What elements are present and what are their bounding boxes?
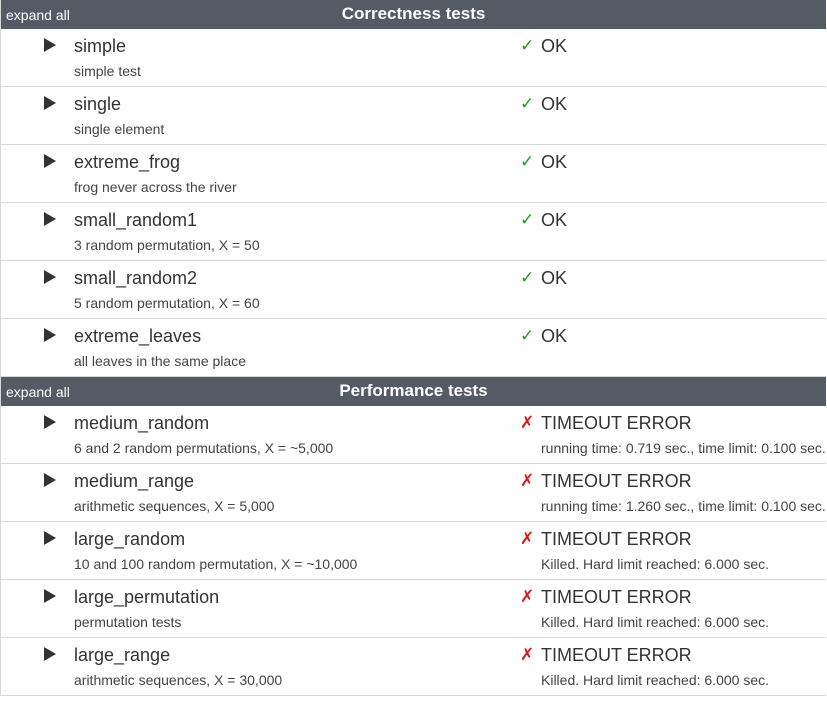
test-status: TIMEOUT ERROR (541, 529, 692, 549)
test-row[interactable]: large_permutation permutation tests ✗ TIMEO… (1, 580, 826, 638)
test-status-detail: running time: 0.719 sec., time limit: 0.… (541, 440, 826, 456)
play-triangle-icon[interactable] (43, 588, 57, 604)
test-row[interactable]: medium_random 6 and 2 random permutations… (1, 406, 826, 464)
test-status: OK (541, 210, 568, 230)
test-name: medium_random (74, 413, 210, 433)
test-name: simple (74, 36, 127, 56)
check-mark-icon: ✓ (520, 268, 535, 287)
test-row[interactable]: extreme_leavesall leaves in the same pla… (1, 319, 826, 377)
test-status: OK (541, 36, 568, 56)
test-status: OK (541, 94, 568, 114)
test-description: all leaves in the same place (74, 353, 246, 369)
play-triangle-icon[interactable] (43, 327, 57, 343)
test-name: extreme_frog (74, 152, 181, 172)
test-name: large_range (74, 645, 171, 665)
test-status: OK (541, 268, 568, 288)
test-description: 5 random permutation, X = 60 (74, 295, 260, 311)
test-row[interactable]: single single element ✓ OK (1, 87, 826, 145)
test-status: TIMEOUT ERROR (541, 471, 692, 491)
play-triangle-icon[interactable] (43, 153, 57, 169)
test-description: 10 and 100 random permutation, X = ~10,0… (74, 556, 358, 572)
section-title: Correctness tests (1, 4, 826, 24)
test-row[interactable]: small_random1 3 random permutation, X = 5… (1, 203, 826, 261)
test-row[interactable]: large_range arithmetic sequences, X = 30,… (1, 638, 826, 696)
section-title: Performance tests (1, 381, 826, 401)
test-row[interactable]: extreme_frogfrog never across the river ✓… (1, 145, 826, 203)
play-triangle-icon[interactable] (43, 37, 57, 53)
expand-all-link[interactable]: expand all (6, 384, 70, 400)
test-name: small_random2 (74, 268, 198, 288)
test-status: OK (541, 326, 568, 346)
check-mark-icon: ✓ (520, 210, 535, 229)
test-name: small_random1 (74, 210, 198, 230)
cross-mark-icon: ✗ (520, 645, 535, 664)
test-description: arithmetic sequences, X = 5,000 (74, 498, 275, 514)
test-description: simple test (74, 63, 141, 79)
test-name: extreme_leaves (74, 326, 202, 346)
test-name: medium_range (74, 471, 195, 491)
test-row[interactable]: medium_range arithmetic sequences, X = 5,… (1, 464, 826, 522)
test-status: TIMEOUT ERROR (541, 645, 692, 665)
section-title-text: Performance tests (339, 381, 488, 400)
test-description: arithmetic sequences, X = 30,000 (74, 672, 283, 688)
test-name: single (74, 94, 122, 114)
test-description: frog never across the river (74, 179, 237, 195)
test-description: permutation tests (74, 614, 182, 630)
play-triangle-icon[interactable] (43, 646, 57, 662)
test-status-detail: Killed. Hard limit reached: 6.000 sec. (541, 614, 769, 630)
test-row[interactable]: large_random 10 and 100 random permutatio… (1, 522, 826, 580)
test-status-detail: running time: 1.260 sec., time limit: 0.… (541, 498, 826, 514)
test-status-detail: Killed. Hard limit reached: 6.000 sec. (541, 672, 769, 688)
test-status-detail: Killed. Hard limit reached: 6.000 sec. (541, 556, 769, 572)
test-row[interactable]: small_random2 5 random permutation, X = 6… (1, 261, 826, 319)
test-description: 3 random permutation, X = 50 (74, 237, 260, 253)
play-triangle-icon[interactable] (43, 530, 57, 546)
test-results-panel: expand all Correctness tests simple simple … (0, 0, 827, 696)
correctness-tests-section: expand all Correctness tests simple simple … (0, 0, 826, 377)
test-name: large_permutation (74, 587, 220, 607)
check-mark-icon: ✓ (520, 326, 535, 345)
test-description: single element (74, 121, 165, 137)
cross-mark-icon: ✗ (520, 587, 535, 606)
test-description: 6 and 2 random permutations, X = ~5,000 (74, 440, 334, 456)
test-status: OK (541, 152, 568, 172)
section-header: expand all Correctness tests (1, 0, 826, 29)
check-mark-icon: ✓ (520, 152, 535, 171)
test-row[interactable]: simple simple test ✓ OK (1, 29, 826, 87)
check-mark-icon: ✓ (520, 36, 535, 55)
cross-mark-icon: ✗ (520, 529, 535, 548)
section-header: expand all Performance tests (1, 377, 826, 406)
check-mark-icon: ✓ (520, 94, 535, 113)
play-triangle-icon[interactable] (43, 95, 57, 111)
cross-mark-icon: ✗ (520, 413, 535, 432)
test-name: large_random (74, 529, 186, 549)
play-triangle-icon[interactable] (43, 472, 57, 488)
play-triangle-icon[interactable] (43, 269, 57, 285)
test-status: TIMEOUT ERROR (541, 413, 692, 433)
test-status: TIMEOUT ERROR (541, 587, 692, 607)
section-title-text: Correctness tests (341, 4, 486, 23)
play-triangle-icon[interactable] (43, 414, 57, 430)
expand-all-link[interactable]: expand all (6, 7, 70, 23)
play-triangle-icon[interactable] (43, 211, 57, 227)
cross-mark-icon: ✗ (520, 471, 535, 490)
performance-tests-section: expand all Performance tests medium_random… (0, 377, 826, 696)
